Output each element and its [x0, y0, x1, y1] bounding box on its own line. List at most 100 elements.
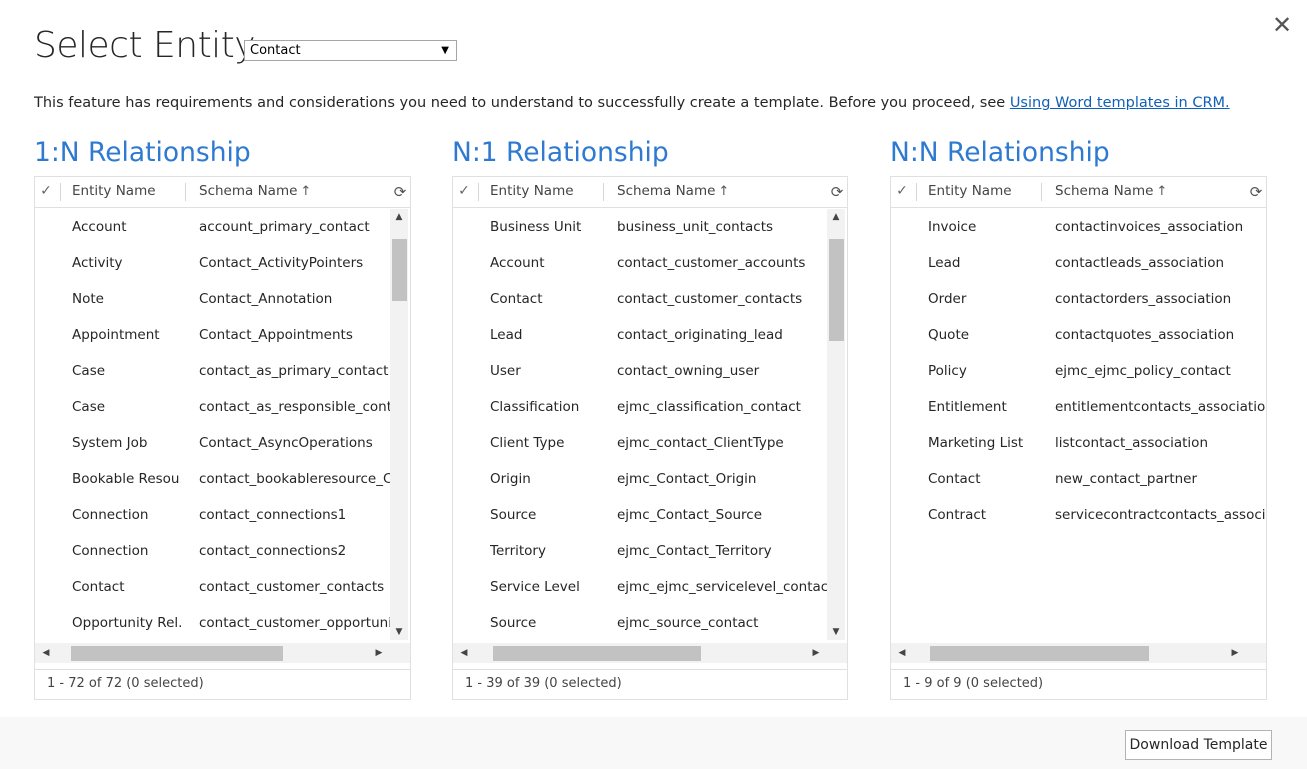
table-row[interactable]: User contact_owning_user: [453, 353, 829, 389]
refresh-icon[interactable]: ⟳: [392, 183, 408, 201]
schema-name-cell: contact_as_primary_contact: [199, 363, 389, 379]
table-row[interactable]: Case contact_as_primary_contact: [35, 353, 392, 389]
schema-name-cell: contact_originating_lead: [617, 327, 783, 343]
notice-body: This feature has requirements and consid…: [34, 95, 1010, 111]
schema-name-cell: servicecontractcontacts_association: [1055, 507, 1266, 523]
column-header-label: Schema Name: [1055, 183, 1154, 199]
horizontal-scrollbar[interactable]: ◀ ▶: [453, 643, 847, 663]
column-header-label: Schema Name: [199, 183, 298, 199]
table-row[interactable]: System Job Contact_AsyncOperations: [35, 425, 392, 461]
refresh-icon[interactable]: ⟳: [829, 183, 845, 201]
grid-body: Invoice contactinvoices_association Lead co…: [891, 209, 1266, 642]
schema-name-cell: entitlementcontacts_association: [1055, 399, 1266, 415]
horizontal-scrollbar[interactable]: ◀ ▶: [35, 643, 410, 663]
column-header-label: Schema Name: [617, 183, 716, 199]
schema-name-cell: contact_customer_opportunity_roles: [199, 615, 392, 631]
table-row[interactable]: Contact contact_customer_contacts: [453, 281, 829, 317]
table-row[interactable]: Account account_primary_contact: [35, 209, 392, 245]
table-row[interactable]: Territory ejmc_Contact_Territory: [453, 533, 829, 569]
table-row[interactable]: Case contact_as_responsible_contact: [35, 389, 392, 425]
scroll-right-icon[interactable]: ▶: [370, 643, 388, 663]
scroll-right-icon[interactable]: ▶: [807, 643, 825, 663]
close-icon[interactable]: ✕: [1268, 10, 1296, 40]
word-templates-link[interactable]: Using Word templates in CRM.: [1010, 95, 1230, 111]
vertical-scrollbar[interactable]: ▲ ▼: [827, 209, 845, 640]
table-row[interactable]: Lead contactleads_association: [891, 245, 1266, 281]
schema-name-cell: Contact_Appointments: [199, 327, 353, 343]
entity-name-cell: Origin: [490, 471, 531, 487]
table-row[interactable]: Source ejmc_source_contact: [453, 605, 829, 641]
table-row[interactable]: Connection contact_connections1: [35, 497, 392, 533]
column-header-entity-name[interactable]: Entity Name: [928, 177, 1012, 207]
column-header-schema-name[interactable]: Schema Name ↑: [199, 177, 311, 207]
scroll-down-icon[interactable]: ▼: [827, 624, 845, 640]
vertical-scroll-thumb[interactable]: [392, 238, 407, 301]
grid-header: ✓ Entity Name Schema Name ↑ ⟳: [453, 177, 847, 208]
schema-name-cell: ejmc_ejmc_servicelevel_contact_ServiceLe…: [617, 579, 829, 595]
table-row[interactable]: Activity Contact_ActivityPointers: [35, 245, 392, 281]
column-header-schema-name[interactable]: Schema Name ↑: [1055, 177, 1167, 207]
scroll-down-icon[interactable]: ▼: [390, 624, 408, 640]
table-row[interactable]: Order contactorders_association: [891, 281, 1266, 317]
sort-ascending-icon: ↑: [718, 184, 730, 199]
schema-name-cell: contactinvoices_association: [1055, 219, 1244, 235]
scroll-up-icon[interactable]: ▲: [827, 209, 845, 225]
table-row[interactable]: Origin ejmc_Contact_Origin: [453, 461, 829, 497]
vertical-scroll-thumb[interactable]: [829, 238, 844, 341]
vertical-scrollbar[interactable]: ▲ ▼: [390, 209, 408, 640]
entity-name-cell: Marketing List: [928, 435, 1024, 451]
relationship-grid: ✓ Entity Name Schema Name ↑ ⟳ Account account_…: [34, 176, 411, 700]
table-row[interactable]: Classification ejmc_classification_contac…: [453, 389, 829, 425]
scroll-left-icon[interactable]: ◀: [455, 643, 473, 663]
entity-name-cell: Connection: [72, 543, 149, 559]
table-row[interactable]: Marketing List listcontact_association: [891, 425, 1266, 461]
column-header-label: Entity Name: [72, 183, 156, 199]
horizontal-scroll-thumb[interactable]: [930, 646, 1149, 661]
column-divider: [60, 183, 61, 201]
entity-select[interactable]: Contact ▼: [244, 40, 457, 61]
table-row[interactable]: Policy ejmc_ejmc_policy_contact: [891, 353, 1266, 389]
entity-name-cell: Case: [72, 399, 106, 415]
table-row[interactable]: Source ejmc_Contact_Source: [453, 497, 829, 533]
grid-record-count: 1 - 72 of 72 (0 selected): [35, 669, 410, 699]
schema-name-cell: ejmc_Contact_Origin: [617, 471, 757, 487]
table-row[interactable]: Contract servicecontractcontacts_associat…: [891, 497, 1266, 533]
select-all-check-icon[interactable]: ✓: [891, 177, 913, 207]
table-row[interactable]: Client Type ejmc_contact_ClientType: [453, 425, 829, 461]
table-row[interactable]: Business Unit business_unit_contacts: [453, 209, 829, 245]
table-row[interactable]: Lead contact_originating_lead: [453, 317, 829, 353]
table-row[interactable]: Appointment Contact_Appointments: [35, 317, 392, 353]
table-row[interactable]: Account contact_customer_accounts: [453, 245, 829, 281]
table-row[interactable]: Contact contact_customer_contacts: [35, 569, 392, 605]
scroll-left-icon[interactable]: ◀: [37, 643, 55, 663]
table-row[interactable]: Invoice contactinvoices_association: [891, 209, 1266, 245]
refresh-icon[interactable]: ⟳: [1248, 183, 1264, 201]
horizontal-scroll-thumb[interactable]: [70, 646, 284, 661]
table-row[interactable]: Opportunity Rel... contact_customer_oppor…: [35, 605, 392, 641]
scroll-right-icon[interactable]: ▶: [1226, 643, 1244, 663]
column-header-entity-name[interactable]: Entity Name: [72, 177, 156, 207]
table-row[interactable]: Contact new_contact_partner: [891, 461, 1266, 497]
table-row[interactable]: Connection contact_connections2: [35, 533, 392, 569]
entity-name-cell: Activity: [72, 255, 123, 271]
select-all-check-icon[interactable]: ✓: [35, 177, 57, 207]
entity-name-cell: Case: [72, 363, 106, 379]
horizontal-scrollbar[interactable]: ◀ ▶: [891, 643, 1266, 663]
table-row[interactable]: Bookable Resou... contact_bookableresourc…: [35, 461, 392, 497]
entity-select-value: Contact: [250, 43, 301, 58]
select-all-check-icon[interactable]: ✓: [453, 177, 475, 207]
download-template-button[interactable]: Download Template: [1125, 730, 1272, 760]
table-row[interactable]: Quote contactquotes_association: [891, 317, 1266, 353]
column-header-entity-name[interactable]: Entity Name: [490, 177, 574, 207]
table-row[interactable]: Note Contact_Annotation: [35, 281, 392, 317]
column-header-schema-name[interactable]: Schema Name ↑: [617, 177, 729, 207]
relationship-panel: 1:N Relationship ✓ Entity Name Schema Name ↑…: [34, 136, 411, 700]
table-row[interactable]: Service Level ejmc_ejmc_servicelevel_cont…: [453, 569, 829, 605]
scroll-up-icon[interactable]: ▲: [390, 209, 408, 225]
column-divider: [1041, 183, 1042, 201]
grid-record-count: 1 - 9 of 9 (0 selected): [891, 669, 1266, 699]
scroll-left-icon[interactable]: ◀: [893, 643, 911, 663]
schema-name-cell: business_unit_contacts: [617, 219, 774, 235]
horizontal-scroll-thumb[interactable]: [493, 646, 702, 661]
table-row[interactable]: Entitlement entitlementcontacts_associati…: [891, 389, 1266, 425]
